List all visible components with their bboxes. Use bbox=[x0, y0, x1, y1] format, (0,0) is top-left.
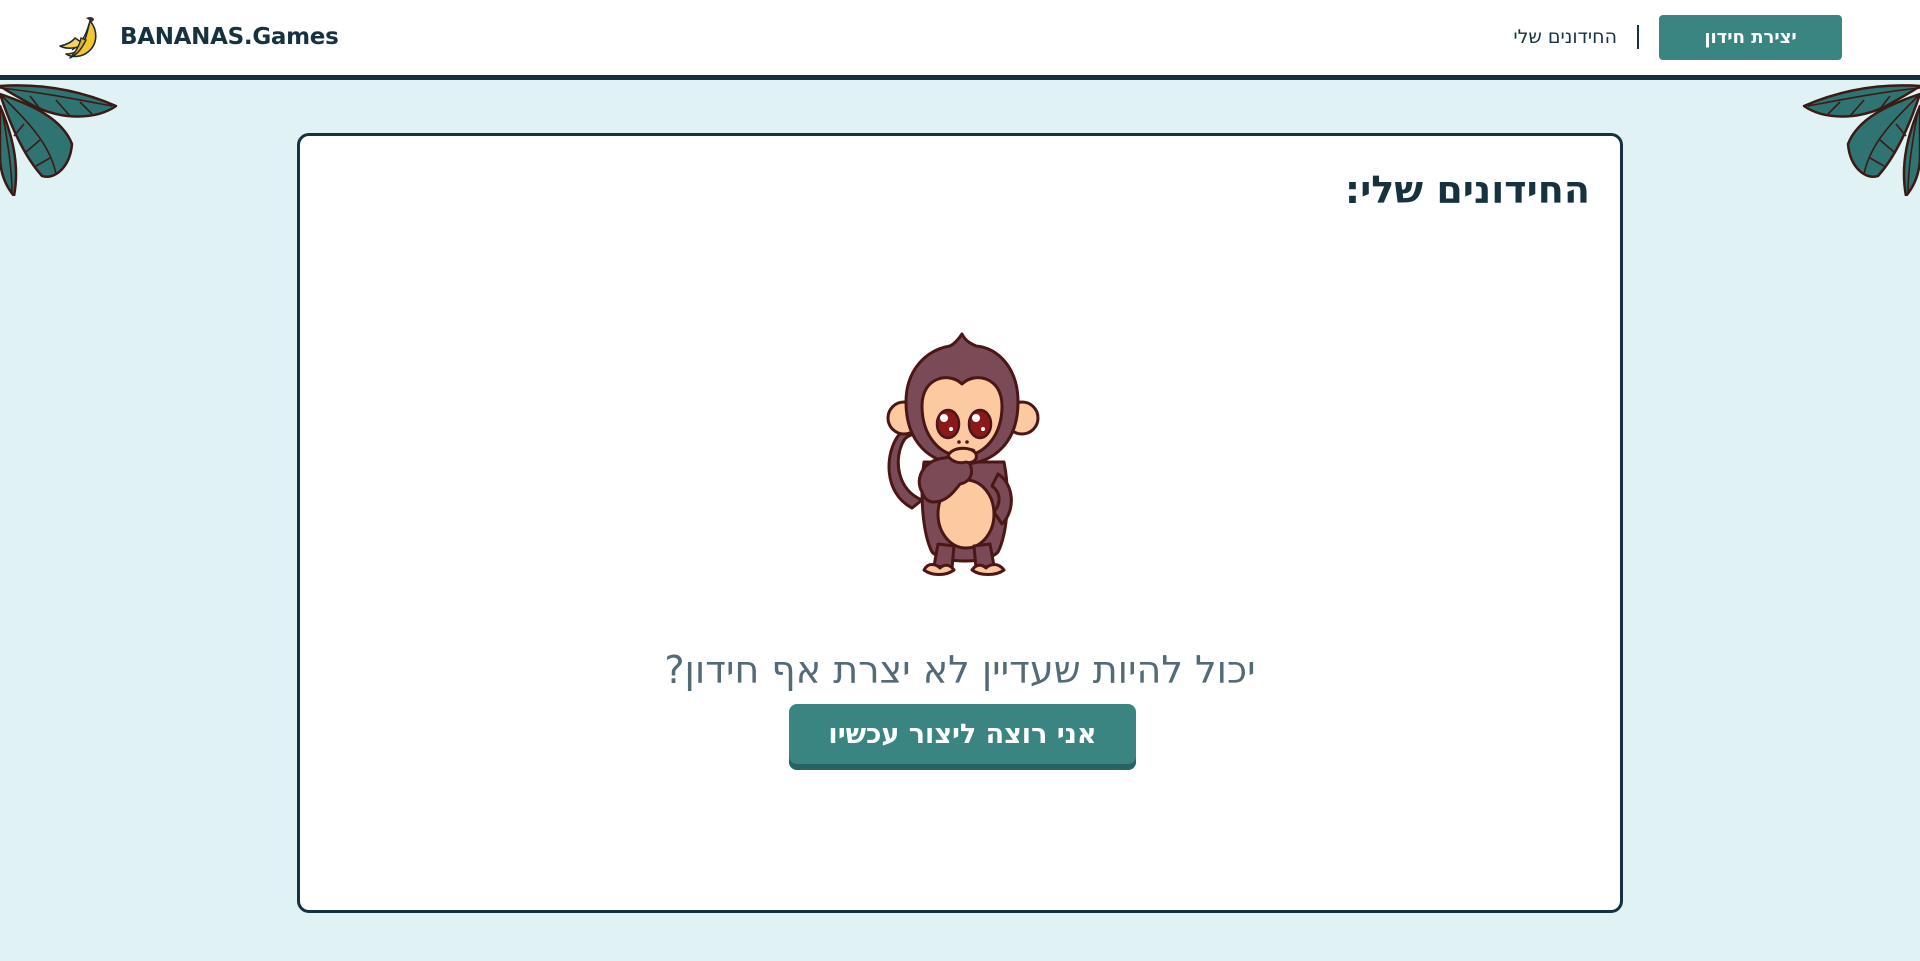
leaf-decoration-right bbox=[1802, 84, 1920, 196]
leaf-decoration-left bbox=[0, 84, 118, 196]
my-riddles-card: החידונים שלי: יכול להיות שעדיין לא יצרת … bbox=[297, 133, 1623, 913]
page-title: החידונים שלי: bbox=[1344, 168, 1590, 212]
banana-icon bbox=[59, 16, 97, 59]
top-navigation-bar: BANANAS.Games יצירת חידון החידונים שלי bbox=[0, 0, 1920, 80]
create-riddle-button[interactable]: יצירת חידון bbox=[1659, 14, 1842, 60]
nav-divider bbox=[1637, 25, 1639, 49]
brand-home-link[interactable]: BANANAS.Games bbox=[56, 14, 339, 60]
thinking-monkey-illustration bbox=[886, 332, 1040, 576]
brand-name: BANANAS.Games bbox=[120, 24, 339, 50]
my-riddles-link[interactable]: החידונים שלי bbox=[1513, 26, 1617, 48]
create-now-button[interactable]: אני רוצה ליצור עכשיו bbox=[789, 704, 1136, 770]
empty-state-message: יכול להיות שעדיין לא יצרת אף חידון? bbox=[664, 648, 1256, 692]
main-nav: יצירת חידון החידונים שלי bbox=[1513, 14, 1842, 60]
